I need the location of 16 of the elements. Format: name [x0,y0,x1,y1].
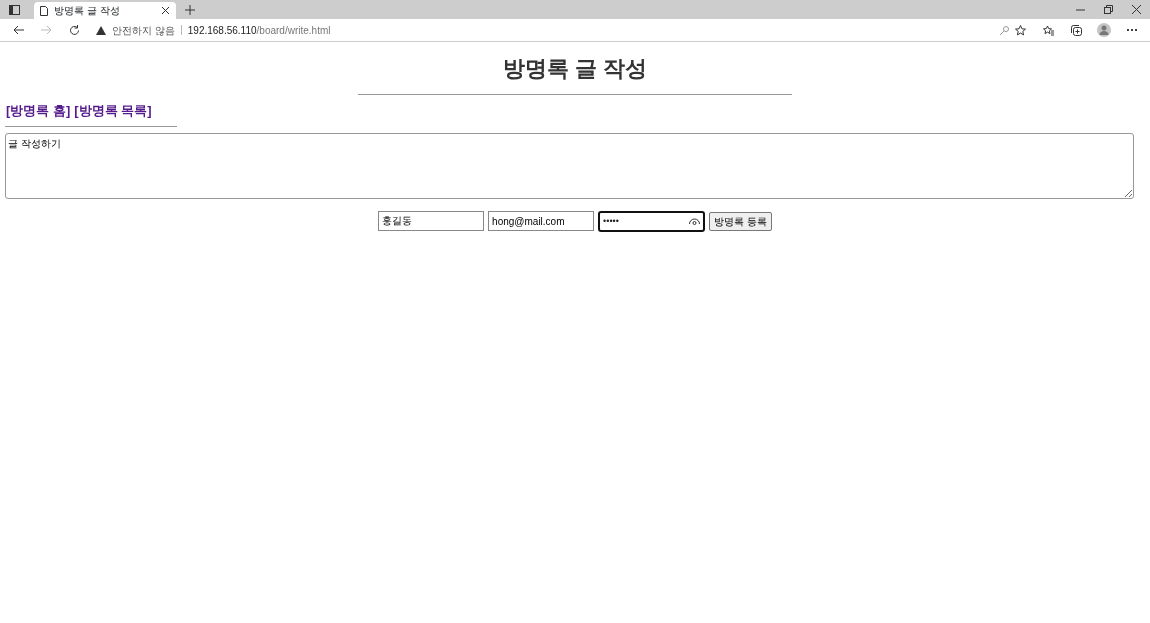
name-input[interactable]: 홍길동 [378,211,485,232]
email-input[interactable]: hong@mail.com [488,211,595,232]
page-icon [40,5,48,16]
security-label: 안전하지 않음 [112,23,175,38]
url-text: 192.168.56.110/board/write.html [187,23,331,38]
nav-link[interactable]: [방명록 홈] [6,101,71,121]
submit-button[interactable]: 방명록 등록 [709,211,772,231]
key-icon[interactable] [1000,25,1009,35]
content-textarea[interactable]: 글 작성하기 [5,132,1134,199]
browser-tab[interactable]: 방명록 글 작성 [34,2,176,19]
warning-icon [96,25,106,35]
page-heading: 방명록 글 작성 [501,56,649,83]
nav-link[interactable]: [방명록 목록] [74,101,152,121]
password-input[interactable]: ••••• [598,210,706,232]
star-icon[interactable] [1015,24,1026,36]
eye-icon[interactable] [689,217,701,225]
